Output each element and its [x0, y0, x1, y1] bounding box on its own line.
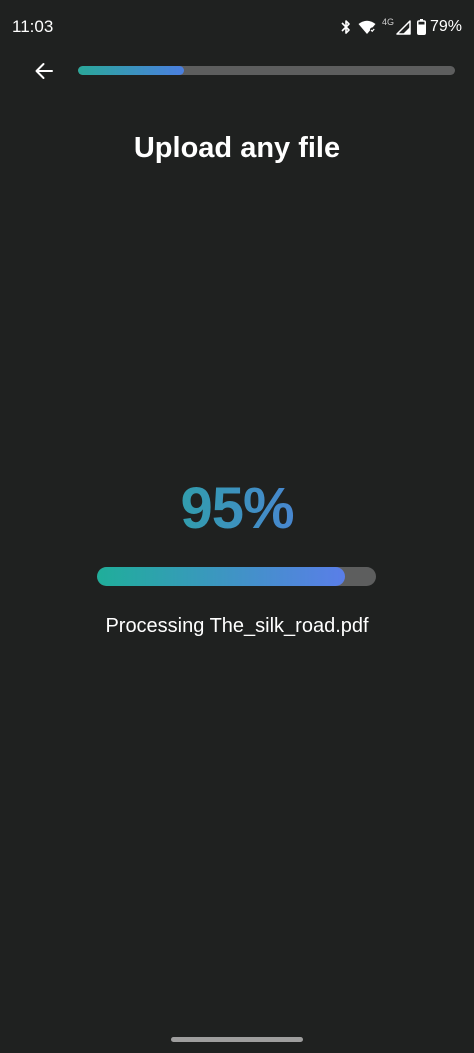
upload-progress-fill [97, 567, 346, 586]
network-type: 4G [381, 17, 394, 27]
page-title: Upload any file [133, 132, 341, 164]
battery-percent: 79% [429, 18, 462, 35]
battery-icon [416, 19, 426, 35]
cell-signal-icon [396, 19, 411, 35]
back-button[interactable] [26, 54, 62, 88]
upload-percent: 95% [0, 474, 474, 544]
home-indicator[interactable] [171, 1037, 303, 1042]
step-progress-fill [78, 66, 184, 75]
step-progress-bar [78, 66, 455, 75]
status-time: 11:03 [12, 17, 54, 36]
wifi-icon [358, 20, 376, 34]
upload-progress-bar [97, 567, 376, 586]
status-icons: 4G 79% [340, 17, 462, 37]
status-bar: 11:03 4G 79% [0, 0, 474, 54]
processing-status: Processing The_silk_road.pdf [105, 615, 369, 637]
arrow-left-icon [35, 63, 53, 79]
bluetooth-icon [341, 20, 350, 34]
